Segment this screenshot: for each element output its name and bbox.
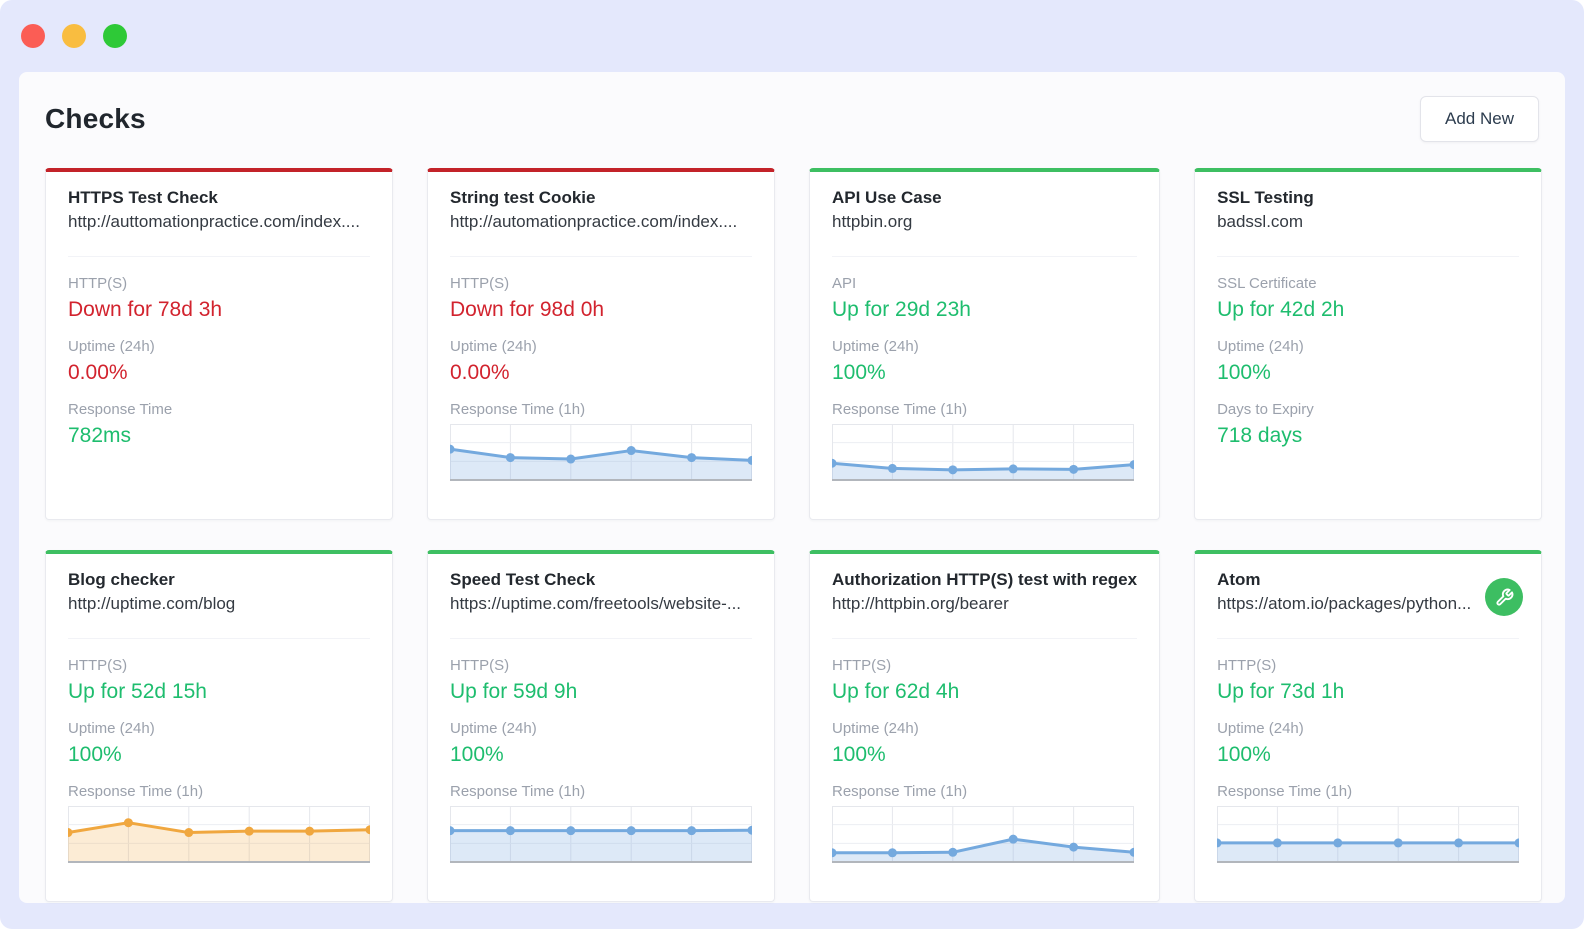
metric-label: HTTP(S) <box>450 275 510 292</box>
check-title: Blog checker <box>68 570 175 589</box>
add-new-button[interactable]: Add New <box>1420 96 1539 142</box>
check-card[interactable]: SSL Testing badssl.com SSL Certificate Up f… <box>1194 168 1543 520</box>
metric-value: Up for 52d 15h <box>68 680 207 703</box>
check-card-header: Atom https://atom.io/packages/python... <box>1217 570 1520 639</box>
response-time-sparkline <box>450 424 752 481</box>
metric-label: SSL Certificate <box>1217 275 1317 292</box>
check-title: Authorization HTTP(S) test with regex <box>832 570 1138 589</box>
metric-label: Response Time <box>68 401 173 418</box>
metric-value: Down for 98d 0h <box>450 298 605 321</box>
page-title: Checks <box>45 103 146 134</box>
check-url: badssl.com <box>1217 212 1304 231</box>
metric-label: Response Time (1h) <box>450 783 586 800</box>
check-card-header: Blog checker http://uptime.com/blog <box>68 570 370 639</box>
panel-header: Checks Add New <box>45 96 1539 142</box>
response-time-sparkline <box>450 806 752 863</box>
check-url: https://atom.io/packages/python... <box>1217 594 1472 613</box>
window-zoom-button[interactable] <box>103 24 127 48</box>
metric-label: HTTP(S) <box>68 657 128 674</box>
metric-value: 0.00% <box>68 361 128 384</box>
metric-value: Up for 73d 1h <box>1217 680 1345 703</box>
metric-value: Up for 59d 9h <box>450 680 578 703</box>
metric-value: Up for 42d 2h <box>1217 298 1345 321</box>
check-card-header: Speed Test Check https://uptime.com/freet… <box>450 570 752 639</box>
window-close-button[interactable] <box>21 24 45 48</box>
check-url: httpbin.org <box>832 212 913 231</box>
check-title: HTTPS Test Check <box>68 188 218 207</box>
metric-label: Response Time (1h) <box>68 783 204 800</box>
app-window: Checks Add New HTTPS Test Check http://au… <box>0 0 1584 929</box>
check-url: http://httpbin.org/bearer <box>832 594 1009 613</box>
metric-label: Response Time (1h) <box>450 401 586 418</box>
metric-label: Uptime (24h) <box>450 720 537 737</box>
metric-value: Down for 78d 3h <box>68 298 223 321</box>
metric-value: 100% <box>832 743 886 766</box>
response-time-sparkline <box>832 424 1134 481</box>
check-card[interactable]: String test Cookie http://automationpract… <box>427 168 775 520</box>
metric-label: Uptime (24h) <box>832 720 919 737</box>
check-card-header: SSL Testing badssl.com <box>1217 188 1520 257</box>
metric-label: Uptime (24h) <box>1217 720 1304 737</box>
window-titlebar <box>0 0 1584 72</box>
response-time-sparkline <box>1217 806 1520 863</box>
check-title: API Use Case <box>832 188 942 207</box>
metric-value: Up for 62d 4h <box>832 680 960 703</box>
metric-label: HTTP(S) <box>832 657 892 674</box>
metric-label: Uptime (24h) <box>832 338 919 355</box>
check-url: http://automationpractice.com/index.... <box>450 212 738 231</box>
metric-value: 0.00% <box>450 361 510 384</box>
wrench-icon <box>1496 588 1513 606</box>
metric-label: API <box>832 275 857 292</box>
window-minimize-button[interactable] <box>62 24 86 48</box>
check-card-header: API Use Case httpbin.org <box>832 188 1138 257</box>
metric-label: Response Time (1h) <box>1217 783 1353 800</box>
check-card[interactable]: Authorization HTTP(S) test with regex htt… <box>809 550 1161 902</box>
checks-grid: HTTPS Test Check http://auttomationpracti… <box>45 168 1543 902</box>
check-card[interactable]: Blog checker http://uptime.com/blog HTTP(S… <box>45 550 393 902</box>
check-title: Speed Test Check <box>450 570 596 589</box>
metric-label: Response Time (1h) <box>832 783 968 800</box>
metric-label: Uptime (24h) <box>68 338 155 355</box>
metric-label: HTTP(S) <box>68 275 128 292</box>
metric-value: 100% <box>1217 361 1271 384</box>
metric-label: Uptime (24h) <box>1217 338 1304 355</box>
metric-value: 100% <box>832 361 886 384</box>
metric-label: Response Time (1h) <box>832 401 968 418</box>
check-card[interactable]: API Use Case httpbin.org API Up for 29d 23h… <box>809 168 1161 520</box>
check-url: http://auttomationpractice.com/index.... <box>68 212 360 231</box>
check-card-header: HTTPS Test Check http://auttomationpracti… <box>68 188 370 257</box>
metric-value: 782ms <box>68 424 132 447</box>
metric-value: 100% <box>450 743 504 766</box>
maintenance-badge[interactable] <box>1485 578 1524 616</box>
response-time-sparkline <box>68 806 370 863</box>
check-card[interactable]: Speed Test Check https://uptime.com/freet… <box>427 550 775 902</box>
metric-label: Uptime (24h) <box>450 338 537 355</box>
response-time-sparkline <box>832 806 1134 863</box>
check-title: Atom <box>1217 570 1261 589</box>
check-card-header: String test Cookie http://automationpract… <box>450 188 752 257</box>
metric-value: 718 days <box>1217 424 1303 447</box>
metric-label: HTTP(S) <box>450 657 510 674</box>
check-url: https://uptime.com/freetools/website-... <box>450 594 742 613</box>
check-card-header: Authorization HTTP(S) test with regex htt… <box>832 570 1138 639</box>
metric-value: 100% <box>68 743 122 766</box>
check-title: SSL Testing <box>1217 188 1314 207</box>
check-card[interactable]: Atom https://atom.io/packages/python... HT… <box>1194 550 1543 902</box>
check-title: String test Cookie <box>450 188 596 207</box>
metric-label: Days to Expiry <box>1217 401 1314 418</box>
metric-value: Up for 29d 23h <box>832 298 971 321</box>
check-card[interactable]: HTTPS Test Check http://auttomationpracti… <box>45 168 393 520</box>
check-url: http://uptime.com/blog <box>68 594 236 613</box>
metric-value: 100% <box>1217 743 1271 766</box>
metric-label: HTTP(S) <box>1217 657 1277 674</box>
metric-label: Uptime (24h) <box>68 720 155 737</box>
checks-panel: Checks Add New HTTPS Test Check http://au… <box>19 72 1565 903</box>
